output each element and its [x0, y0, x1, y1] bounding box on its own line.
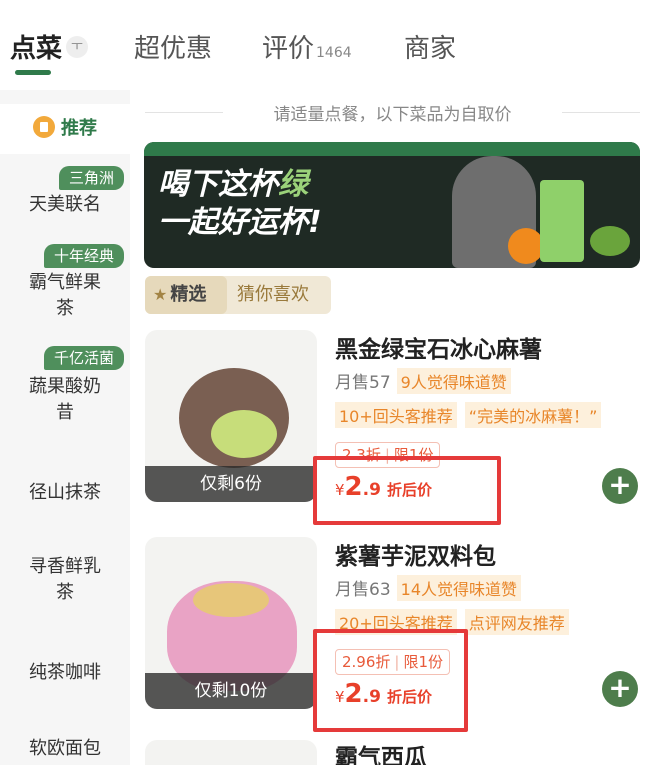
filter-selected[interactable]: ★ 精选	[145, 276, 227, 314]
plus-icon: +	[608, 671, 632, 704]
tab-deals-label: 超优惠	[134, 34, 213, 64]
item-tags: 10+回头客推荐 “完美的冰麻薯！”	[335, 402, 602, 428]
item-name: 黑金绿宝石冰心麻薯	[335, 337, 542, 363]
plus-icon: +	[608, 468, 632, 501]
menu-item[interactable]: 霸气西瓜	[145, 740, 640, 765]
item-image: 仅剩6份	[145, 330, 317, 502]
item-sales: 月售57 9人觉得味道赞	[335, 368, 511, 394]
promo-banner[interactable]: 喝下这杯绿 一起好运杯!	[144, 142, 640, 268]
praise-tag: 14人觉得味道赞	[396, 575, 522, 601]
stock-left: 仅剩10份	[145, 673, 317, 709]
tab-order-label: 点菜	[10, 34, 63, 64]
self-pickup-notice: 请适量点餐，以下菜品为自取价	[145, 100, 640, 126]
banner-orange-image	[508, 228, 544, 264]
add-to-cart-button[interactable]: +	[602, 671, 638, 707]
item-image: 仅剩10份	[145, 537, 317, 709]
sidebar-item-milk-tea[interactable]: 寻香鲜乳茶	[0, 554, 130, 606]
sidebar-item-label: 软欧面包	[29, 738, 101, 759]
sidebar-item-label: 寻香鲜乳茶	[29, 556, 101, 603]
category-sidebar: 推荐 三角洲 天美联名 十年经典 霸气鲜果茶 千亿活菌 蔬果酸奶昔 径山抹茶 寻…	[0, 90, 130, 765]
filter-guess[interactable]: 猜你喜欢	[237, 276, 309, 314]
item-tag: 10+回头客推荐	[335, 402, 457, 428]
item-image	[145, 740, 317, 765]
review-count: 1464	[316, 45, 352, 61]
sidebar-item-bread[interactable]: 软欧面包	[0, 736, 130, 762]
sidebar-item-tea-coffee[interactable]: 纯茶咖啡	[0, 660, 130, 686]
sidebar-item-label: 天美联名	[29, 194, 101, 215]
monthly-sales: 月售63	[335, 580, 391, 600]
sidebar-item-label: 霸气鲜果茶	[29, 272, 101, 319]
banner-slogan: 喝下这杯绿 一起好运杯!	[158, 166, 322, 242]
banner-line1-green: 绿	[278, 167, 308, 202]
item-name: 紫薯芋泥双料包	[335, 544, 496, 570]
item-sales: 月售63 14人觉得味道赞	[335, 575, 522, 601]
banner-avocado-image	[590, 226, 630, 256]
banner-line1: 喝下这杯	[158, 167, 278, 202]
stock-left: 仅剩6份	[145, 466, 317, 502]
category-badge: 三角洲	[58, 166, 124, 190]
item-name: 霸气西瓜	[335, 745, 427, 765]
item-tag: 点评网友推荐	[464, 609, 569, 635]
sidebar-item-tianmei[interactable]: 天美联名	[0, 192, 130, 218]
star-icon: ★	[153, 285, 168, 304]
sidebar-item-label: 纯茶咖啡	[29, 662, 101, 683]
sidebar-item-yogurt-shake[interactable]: 蔬果酸奶昔	[0, 374, 130, 426]
tab-order[interactable]: 点菜	[10, 28, 62, 65]
filter-guess-label: 猜你喜欢	[237, 284, 309, 305]
filter-selected-label: 精选	[170, 284, 207, 305]
recommend-icon	[33, 116, 55, 138]
price-highlight-box	[313, 629, 468, 732]
mochi-filling-image	[211, 410, 277, 458]
filter-switch: ★ 精选 猜你喜欢	[145, 276, 331, 314]
tab-deals[interactable]: 超优惠	[134, 28, 212, 65]
category-badge: 十年经典	[43, 244, 124, 268]
add-to-cart-button[interactable]: +	[602, 468, 638, 504]
category-badge: 千亿活菌	[43, 346, 124, 370]
tab-reviews-label: 评价	[262, 34, 315, 64]
item-tag: “完美的冰麻薯！”	[464, 402, 602, 428]
tab-merchant-label: 商家	[404, 34, 457, 64]
text-mode-icon[interactable]: ㅜ	[66, 36, 88, 58]
sidebar-item-matcha[interactable]: 径山抹茶	[0, 480, 130, 506]
sidebar-item-label: 蔬果酸奶昔	[29, 376, 101, 423]
price-highlight-box	[313, 456, 501, 525]
sidebar-item-label: 推荐	[61, 118, 97, 139]
sidebar-item-recommend[interactable]: 推荐	[0, 104, 130, 154]
praise-tag: 9人觉得味道赞	[396, 368, 511, 394]
sidebar-item-fruit-tea[interactable]: 霸气鲜果茶	[0, 270, 130, 322]
tab-merchant[interactable]: 商家	[404, 28, 456, 65]
banner-stripe	[144, 142, 640, 156]
banner-line2: 一起好运杯!	[158, 205, 322, 240]
top-tab-bar: 点菜 ㅜ 超优惠 评价 1464 商家	[0, 0, 653, 90]
monthly-sales: 月售57	[335, 373, 391, 393]
banner-drink-image	[540, 180, 584, 262]
taro-bun-top-image	[193, 583, 269, 617]
tab-reviews[interactable]: 评价 1464	[262, 28, 352, 65]
sidebar-item-label: 径山抹茶	[29, 482, 101, 503]
active-tab-indicator	[15, 70, 51, 75]
